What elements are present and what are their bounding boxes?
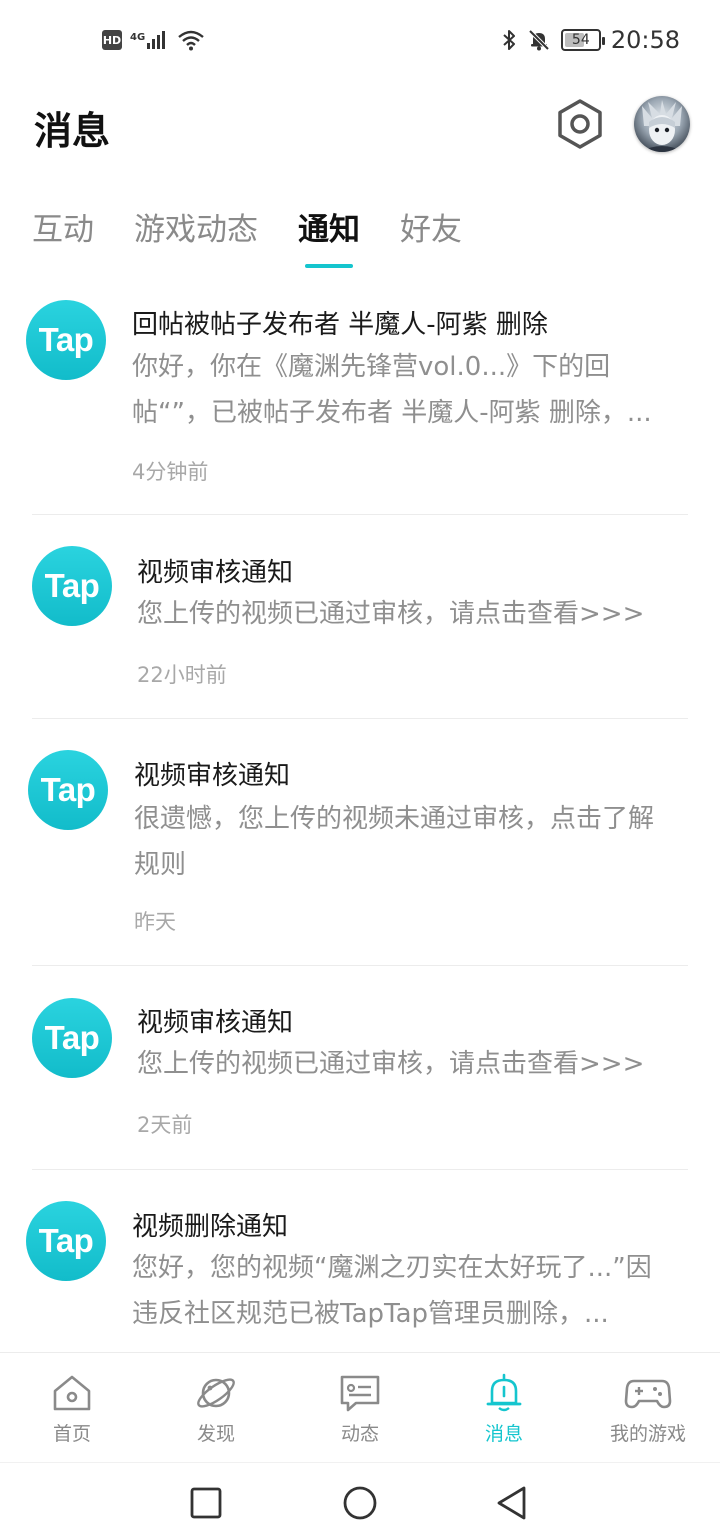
notification-item[interactable]: Tap 视频审核通知 您上传的视频已通过审核，请点击查看>>> 2天前 <box>0 966 720 1169</box>
system-navigation-bar <box>0 1462 720 1540</box>
tab-friends[interactable]: 好友 <box>400 204 462 268</box>
signal-icon: 4G <box>130 29 168 51</box>
tab-label: 好友 <box>400 212 462 248</box>
nav-label: 发现 <box>196 1423 235 1445</box>
status-left: HD 4G <box>102 28 206 52</box>
notification-time: 22小时前 <box>137 663 227 687</box>
user-avatar[interactable] <box>634 96 690 152</box>
tab-label: 互动 <box>32 212 94 248</box>
notification-time: 昨天 <box>134 910 176 934</box>
notification-body: 您好，您的视频“魔渊之刃实在太好玩了...”因违反社区规范已被TapTap管理员… <box>132 1253 652 1329</box>
logo-text: Tap <box>44 567 100 604</box>
network-type: 4G <box>130 32 146 43</box>
feed-icon <box>340 1375 380 1412</box>
tab-label: 通知 <box>298 212 360 248</box>
tab-label: 游戏动态 <box>134 212 258 248</box>
notification-body: 您上传的视频已通过审核，请点击查看>>> <box>137 1049 645 1079</box>
bottom-navigation: 首页 发现 动态 消息 我的游戏 <box>0 1352 720 1462</box>
notification-list[interactable]: Tap 回帖被帖子发布者 半魔人-阿紫 删除 你好，你在《魔渊先锋营vol.0.… <box>0 280 720 1352</box>
wifi-icon <box>178 30 204 51</box>
hd-badge: HD <box>102 30 122 50</box>
taptap-logo-icon: Tap <box>32 998 112 1078</box>
notification-item[interactable]: Tap 回帖被帖子发布者 半魔人-阿紫 删除 你好，你在《魔渊先锋营vol.0.… <box>0 280 720 514</box>
logo-text: Tap <box>40 771 96 808</box>
nav-feed[interactable]: 动态 <box>288 1353 432 1462</box>
tab-notifications[interactable]: 通知 <box>298 204 360 268</box>
nav-discover[interactable]: 发现 <box>144 1353 288 1462</box>
circle-icon <box>343 1486 377 1520</box>
notification-body: 你好，你在《魔渊先锋营vol.0...》下的回帖“”，已被帖子发布者 半魔人-阿… <box>132 352 652 428</box>
nav-my-games[interactable]: 我的游戏 <box>576 1353 720 1462</box>
battery-indicator: 54 <box>560 29 605 51</box>
bell-icon <box>486 1373 522 1412</box>
taptap-logo-icon: Tap <box>26 1201 106 1281</box>
tab-game-updates[interactable]: 游戏动态 <box>134 204 258 268</box>
planet-icon <box>197 1378 235 1408</box>
notification-title: 视频审核通知 <box>137 558 294 588</box>
avatar-image <box>640 100 684 152</box>
notification-body: 很遗憾，您上传的视频未通过审核，点击了解规则 <box>134 804 655 880</box>
active-tab-indicator <box>305 264 353 268</box>
notification-title: 视频删除通知 <box>132 1212 289 1242</box>
nav-label: 首页 <box>52 1423 91 1445</box>
tab-interaction[interactable]: 互动 <box>32 204 94 268</box>
logo-text: Tap <box>44 1019 100 1056</box>
logo-text: Tap <box>38 321 94 358</box>
back-button[interactable] <box>492 1483 532 1523</box>
notification-item[interactable]: Tap 视频审核通知 您上传的视频已通过审核，请点击查看>>> 22小时前 <box>0 515 720 718</box>
notification-item[interactable]: Tap 视频审核通知 很遗憾，您上传的视频未通过审核，点击了解规则 昨天 <box>0 719 720 965</box>
bluetooth-icon <box>503 30 515 50</box>
notification-time: 2天前 <box>137 1113 193 1137</box>
nav-label: 动态 <box>340 1423 379 1445</box>
notification-item[interactable]: Tap 视频删除通知 您好，您的视频“魔渊之刃实在太好玩了...”因违反社区规范… <box>0 1170 720 1352</box>
logo-text: Tap <box>38 1222 94 1259</box>
gamepad-icon <box>624 1379 672 1409</box>
nav-label: 消息 <box>484 1423 523 1445</box>
page-title: 消息 <box>34 109 111 153</box>
settings-button[interactable] <box>554 98 606 150</box>
mute-bell-icon <box>528 29 550 51</box>
home-button[interactable] <box>340 1483 380 1523</box>
notification-title: 视频审核通知 <box>137 1008 294 1038</box>
notification-time: 4分钟前 <box>132 460 209 484</box>
settings-hexagon-icon <box>558 99 602 149</box>
nav-messages[interactable]: 消息 <box>432 1353 576 1462</box>
notification-body: 您上传的视频已通过审核，请点击查看>>> <box>137 599 645 629</box>
notification-title: 回帖被帖子发布者 半魔人-阿紫 删除 <box>132 310 548 340</box>
square-icon <box>190 1487 222 1519</box>
home-icon <box>53 1375 91 1411</box>
back-triangle-icon <box>497 1486 526 1520</box>
battery-level: 54 <box>571 32 590 48</box>
taptap-logo-icon: Tap <box>32 546 112 626</box>
taptap-logo-icon: Tap <box>26 300 106 380</box>
taptap-logo-icon: Tap <box>28 750 108 830</box>
nav-label: 我的游戏 <box>609 1423 686 1445</box>
message-tabs: 互动 游戏动态 通知 好友 <box>32 204 462 274</box>
status-right: 54 20:58 <box>501 26 680 54</box>
nav-home[interactable]: 首页 <box>0 1353 144 1462</box>
notification-title: 视频审核通知 <box>134 761 291 791</box>
status-time: 20:58 <box>610 26 680 54</box>
status-bar: HD 4G 54 20:58 <box>0 0 720 84</box>
recent-apps-button[interactable] <box>186 1483 226 1523</box>
